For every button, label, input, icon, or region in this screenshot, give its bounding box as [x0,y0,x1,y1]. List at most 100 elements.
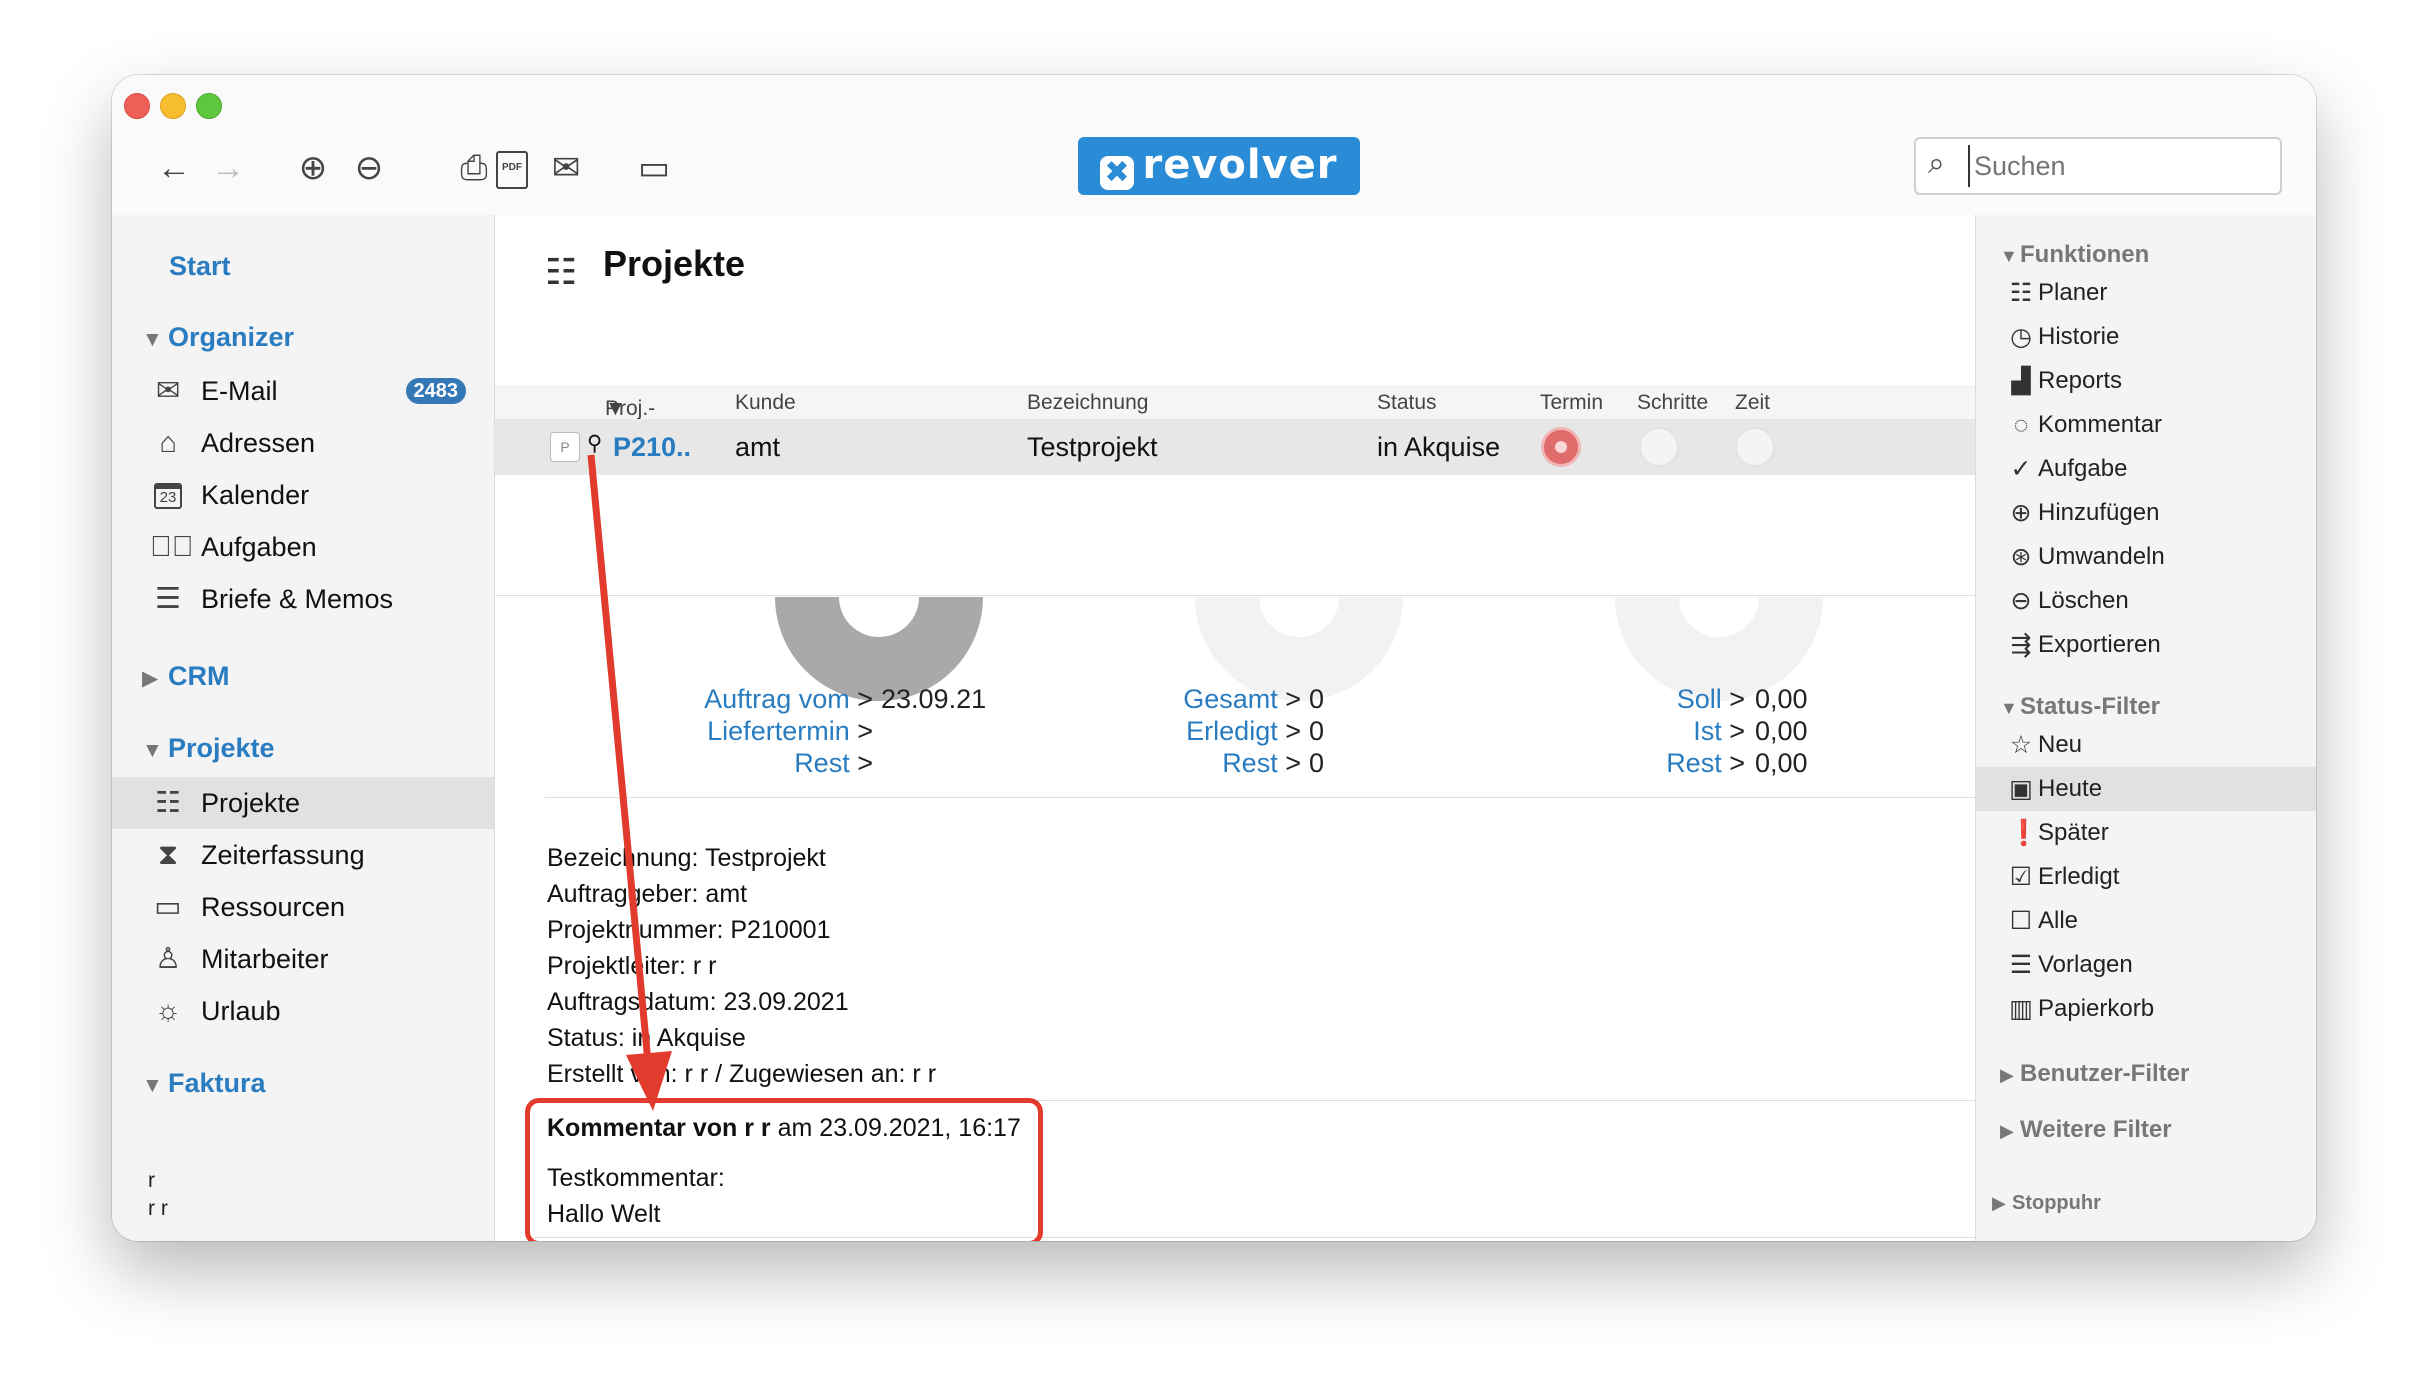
section-stoppuhr[interactable]: ▶ Stoppuhr [1992,1192,2101,1215]
close-window-button[interactable] [124,93,150,119]
disclosure-closed-icon: ▶ [2000,1065,2014,1085]
section-crm[interactable]: ▶ CRM [142,661,230,692]
sidebar-item-adressen[interactable]: ⌂ Adressen [112,417,494,469]
termin-indicator [1541,427,1581,467]
stat-label-ist[interactable]: Ist [1693,716,1722,746]
cell-kunde: amt [735,432,781,462]
disclosure-closed-icon: ▶ [2000,1121,2014,1141]
action-exportieren[interactable]: ⇶ Exportieren [1976,623,2316,667]
detail-auftragsdatum: Auftragsdatum: 23.09.2021 [547,988,849,1016]
user-initial: r [148,1169,155,1192]
zoom-in-icon[interactable]: ⊕ [291,148,335,188]
action-umwandeln[interactable]: ⊛ Umwandeln [1976,535,2316,579]
monitor-icon: ▭ [154,891,182,923]
calendar-icon: 23 [150,469,186,524]
disclosure-open-icon: ▼ [142,1074,163,1097]
app-window: ← → ⊕ ⊖ ⎙ PDF ✉ ▭ ✖revolver ⌕ Start ▼Org… [112,75,2316,1241]
table-row[interactable]: P ⚲ P210.. amt Testprojekt in Akquise [495,419,2093,475]
filter-heute[interactable]: ▣ Heute [1976,767,2316,811]
filter-alle[interactable]: ☐ Alle [1976,899,2316,943]
pdf-icon[interactable]: PDF [496,151,528,189]
stat-label-gesamt[interactable]: Gesamt [1183,684,1278,714]
filter-vorlagen[interactable]: ☰ Vorlagen [1976,943,2316,987]
filter-erledigt[interactable]: ☑ Erledigt [1976,855,2316,899]
forward-arrow-icon[interactable]: → [206,148,250,188]
search-icon: ⌕ [1928,147,1945,180]
print-icon[interactable]: ⎙ [452,148,496,188]
star-icon: ☆ [2009,731,2033,759]
left-sidebar: Start ▼ Organizer ✉ E-Mail 2483 ⌂ Adressen 2… [112,215,495,1241]
section-projekte[interactable]: ▼ Projekte [142,733,275,764]
sidebar-item-briefe-memos[interactable]: ☰ Briefe & Memos [112,573,494,625]
stat-label-erledigt[interactable]: Erledigt [1186,716,1278,746]
sidebar-item-ressourcen[interactable]: ▭ Ressourcen [112,881,494,933]
col-header-termin[interactable]: Termin [1540,391,1603,415]
section-benutzer-filter[interactable]: ▶ Benutzer-Filter [2000,1060,2189,1088]
minimize-window-button[interactable] [160,93,186,119]
stat-label-rest[interactable]: Rest [1222,748,1278,778]
stat-label-rest[interactable]: Rest [1666,748,1722,778]
cell-status: in Akquise [1377,432,1501,462]
stat-label-rest[interactable]: Rest [794,748,850,778]
planner-icon: ☷ [2009,279,2033,307]
zoom-window-button[interactable] [196,93,222,119]
stat-label-liefertermin[interactable]: Liefertermin [707,716,850,746]
sidebar-item-mitarbeiter[interactable]: ♙ Mitarbeiter [112,933,494,985]
disclosure-open-icon: ▼ [142,739,163,762]
window-icon[interactable]: ▭ [632,148,676,188]
sidebar-item-email[interactable]: ✉ E-Mail 2483 [112,365,494,417]
section-status-filter[interactable]: ▼Status-Filter [2000,693,2160,721]
filter-papierkorb[interactable]: ▥ Papierkorb [1976,987,2316,1031]
stat-label-soll[interactable]: Soll [1677,684,1722,714]
search-input[interactable] [1968,145,2266,187]
section-organizer[interactable]: ▼ Organizer [142,322,294,353]
stat-label-auftrag-vom[interactable]: Auftrag vom [704,684,850,714]
hourglass-icon: ⧗ [157,839,179,871]
col-header-schritte[interactable]: Schritte [1637,391,1708,415]
action-aufgabe[interactable]: ✓ Aufgabe [1976,447,2316,491]
disclosure-open-icon: ▼ [2000,246,2018,266]
email-send-icon[interactable]: ✉ [544,148,588,188]
col-header-bezeichnung[interactable]: Bezeichnung [1027,391,1148,415]
stat-value-auftrag-vom: 23.09.21 [881,684,987,714]
sidebar-item-urlaub[interactable]: ☼ Urlaub [112,985,494,1037]
detail-projektnummer: Projektnummer: P210001 [547,916,831,944]
zoom-out-icon[interactable]: ⊖ [347,148,391,188]
project-tree-icon: ☷ [155,787,181,819]
section-funktionen[interactable]: ▼Funktionen [2000,241,2149,269]
col-header-zeit[interactable]: Zeit [1735,391,1770,415]
section-weitere-filter[interactable]: ▶ Weitere Filter [2000,1116,2172,1144]
action-historie[interactable]: ◷ Historie [1976,315,2316,359]
action-planer[interactable]: ☷ Planer [1976,271,2316,315]
stat-value-ist: 0,00 [1755,716,1808,746]
trash-icon: ▥ [2009,995,2033,1023]
col-header-kunde[interactable]: Kunde [735,391,796,415]
action-hinzufuegen[interactable]: ⊕ Hinzufügen [1976,491,2316,535]
empty-box-icon: ☐ [2009,907,2033,935]
sidebar-item-kalender[interactable]: 23 Kalender [112,469,494,521]
sort-desc-icon: ▼ [605,397,626,420]
sidebar-item-projekte[interactable]: ☷ Projekte [112,777,494,829]
search-box[interactable]: ⌕ [1914,137,2282,195]
checkmark-circle-icon: ✓⃝ [150,531,194,563]
filter-spaeter[interactable]: ❗ Später [1976,811,2316,855]
schritte-indicator [1639,427,1679,467]
back-arrow-icon[interactable]: ← [152,148,196,188]
project-tree-icon: ☷ [545,251,578,292]
col-header-status[interactable]: Status [1377,391,1437,415]
person-icon: ♙ [155,943,181,975]
section-faktura[interactable]: ▼ Faktura [142,1068,266,1099]
disclosure-open-icon: ▼ [142,328,163,351]
sidebar-item-zeiterfassung[interactable]: ⧗ Zeiterfassung [112,829,494,881]
action-loeschen[interactable]: ⊖ Löschen [1976,579,2316,623]
checked-box-icon: ☑ [2009,863,2033,891]
filter-neu[interactable]: ☆ Neu [1976,723,2316,767]
sidebar-start[interactable]: Start [169,251,231,282]
zeit-indicator [1735,427,1775,467]
action-kommentar[interactable]: ◌ Kommentar [1976,403,2316,447]
sidebar-item-aufgaben[interactable]: ✓⃝ Aufgaben [112,521,494,573]
exclamation-box-icon: ❗ [2008,819,2040,847]
cell-nr[interactable]: P210.. [613,432,691,463]
today-calendar-icon: ▣ [2009,775,2033,803]
action-reports[interactable]: ▟ Reports [1976,359,2316,403]
